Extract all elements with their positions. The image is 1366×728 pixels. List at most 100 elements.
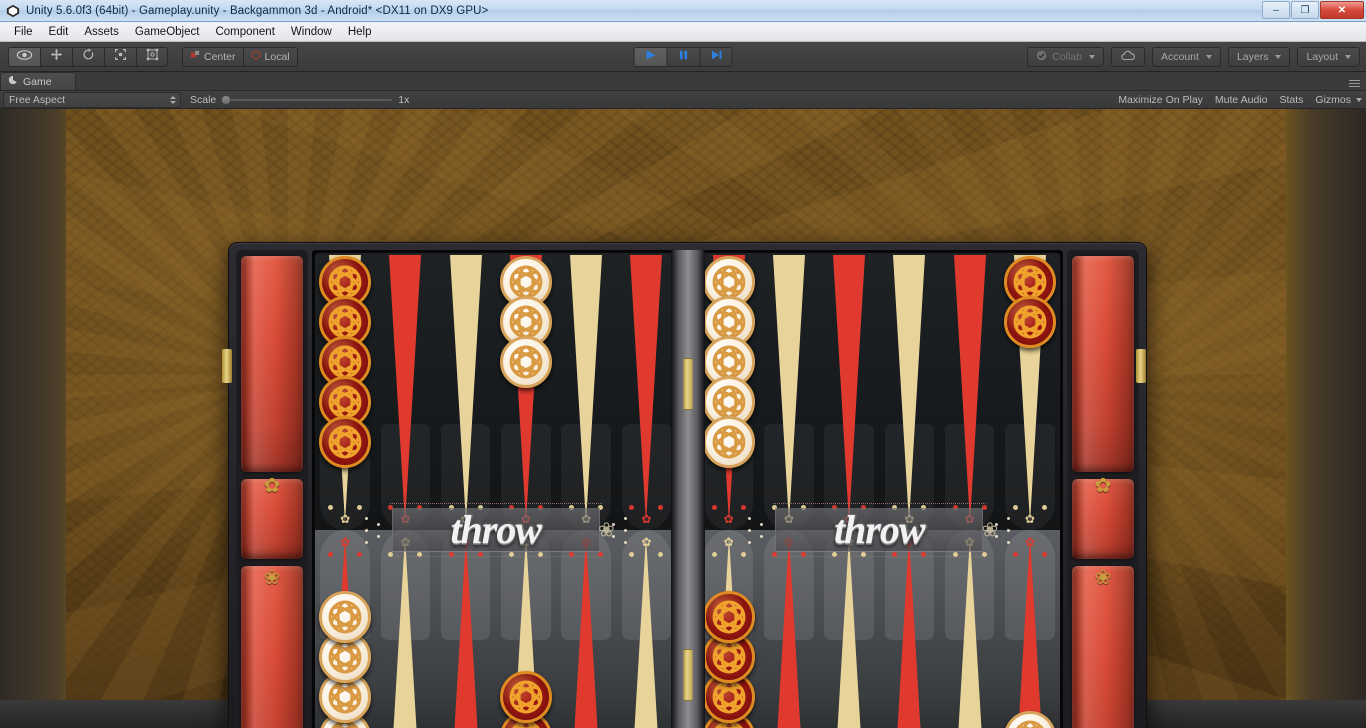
backgammon-board[interactable]: ✿ ❀ ❄ ✿ — [228, 242, 1147, 728]
cloud-icon — [1120, 50, 1136, 64]
mute-audio-toggle[interactable]: Mute Audio — [1215, 94, 1268, 106]
checker-white[interactable] — [1003, 711, 1056, 728]
checker-stack[interactable] — [702, 591, 755, 728]
point-trefoil-icon: ✿ — [641, 511, 652, 526]
point[interactable]: ❄ ✿ — [616, 253, 676, 530]
point[interactable]: ❄ ✿ — [819, 253, 879, 530]
point-cap-icon: ❄ — [844, 255, 854, 267]
step-button[interactable] — [699, 46, 733, 67]
checker-red[interactable] — [499, 671, 552, 723]
knotwork-icon — [503, 674, 549, 720]
menu-help[interactable]: Help — [340, 24, 380, 40]
game-render-area[interactable]: ✿ ❀ ❄ ✿ — [0, 109, 1366, 728]
checker-stack[interactable] — [1003, 256, 1056, 348]
scale-tool-button[interactable] — [104, 46, 136, 67]
layout-label: Layout — [1306, 50, 1338, 63]
maximize-on-play-toggle[interactable]: Maximize On Play — [1118, 94, 1203, 106]
rect-transform-icon — [146, 48, 159, 66]
minimize-button[interactable]: – — [1262, 1, 1290, 19]
point[interactable]: ❄ ✿ — [556, 253, 616, 530]
stats-toggle[interactable]: Stats — [1279, 94, 1303, 106]
scale-slider-group[interactable]: Scale 1x — [190, 94, 409, 106]
close-button[interactable]: ✕ — [1320, 1, 1364, 19]
aspect-ratio-dropdown[interactable]: Free Aspect — [3, 91, 181, 108]
menubar: File Edit Assets GameObject Component Wi… — [0, 22, 1366, 42]
gizmos-toggle[interactable]: Gizmos — [1315, 94, 1351, 106]
checker-stack[interactable] — [319, 256, 372, 468]
checker-red[interactable] — [319, 416, 372, 468]
window-title: Unity 5.6.0f3 (64bit) - Gameplay.unity -… — [26, 4, 489, 17]
point-spike — [630, 255, 663, 523]
point[interactable]: ❄ ✿ — [315, 253, 375, 530]
throw-button-right[interactable]: throw ❀ — [744, 499, 1014, 561]
point[interactable]: ❄ ✿ — [436, 253, 496, 530]
move-tool-button[interactable] — [40, 46, 72, 67]
menu-window[interactable]: Window — [283, 24, 340, 40]
window-titlebar: Unity 5.6.0f3 (64bit) - Gameplay.unity -… — [0, 0, 1366, 22]
knotwork-icon — [1007, 714, 1053, 728]
menu-edit[interactable]: Edit — [41, 24, 77, 40]
checker-stack[interactable] — [702, 256, 755, 468]
checker-white[interactable] — [499, 336, 552, 388]
playback-controls — [633, 46, 733, 67]
checker-red[interactable] — [702, 591, 755, 643]
tab-game[interactable]: Game — [0, 72, 76, 90]
point-pips — [328, 504, 363, 510]
rect-transform-tool-button[interactable] — [136, 46, 168, 67]
side-rail-right: ✿ ❀ — [1067, 250, 1139, 728]
pivot-mode-button[interactable]: Center — [182, 46, 243, 67]
checker-stack[interactable] — [499, 671, 552, 728]
throw-button-label: throw — [833, 506, 926, 552]
scale-slider-handle[interactable] — [221, 94, 232, 105]
checker-stack[interactable] — [319, 591, 372, 728]
play-icon — [645, 48, 657, 66]
throw-button-left[interactable]: throw ❀ — [361, 499, 631, 561]
point[interactable]: ❄ ✿ — [759, 253, 819, 530]
point[interactable]: ❄ ✿ — [879, 253, 939, 530]
collab-label: Collab — [1052, 50, 1082, 63]
collab-button[interactable]: Collab — [1027, 46, 1104, 67]
layers-dropdown[interactable]: Layers — [1227, 46, 1291, 67]
chevron-down-icon — [1089, 54, 1095, 59]
checker-stack[interactable] — [499, 256, 552, 388]
menu-gameobject[interactable]: GameObject — [127, 24, 208, 40]
cloud-button[interactable] — [1111, 46, 1145, 67]
point[interactable]: ❄ ✿ — [375, 253, 435, 530]
side-rail-left: ✿ ❀ — [236, 250, 308, 728]
checker-red[interactable] — [1003, 296, 1056, 348]
restore-button[interactable]: ❐ — [1291, 1, 1319, 19]
point-spike — [772, 255, 805, 523]
menu-assets[interactable]: Assets — [76, 24, 127, 40]
knotwork-icon — [322, 594, 368, 640]
hand-tool-button[interactable] — [8, 46, 40, 67]
pause-button[interactable] — [666, 46, 700, 67]
point-trefoil-icon: ✿ — [340, 511, 351, 526]
checker-white[interactable] — [702, 416, 755, 468]
point-spike — [570, 255, 603, 523]
account-dropdown[interactable]: Account — [1152, 46, 1221, 67]
point-pips — [1012, 551, 1047, 557]
point-spike — [449, 255, 482, 523]
playfield-right[interactable]: ❄ ✿ ❄ — [695, 250, 1063, 728]
point[interactable]: ❄ ✿ — [699, 253, 759, 530]
chevron-down-icon — [1345, 54, 1351, 59]
point-spike — [833, 255, 866, 523]
layout-dropdown[interactable]: Layout — [1297, 46, 1360, 67]
checker-stack[interactable] — [1003, 711, 1056, 728]
menu-component[interactable]: Component — [207, 24, 282, 40]
point[interactable]: ❄ ✿ — [940, 253, 1000, 530]
pivot-rotation-button[interactable]: Local — [242, 46, 298, 67]
scale-slider[interactable] — [221, 94, 393, 105]
panel-menu-icon[interactable] — [1349, 80, 1360, 87]
chevron-down-icon[interactable] — [1356, 97, 1362, 102]
floral-ornament-icon: ❀ — [597, 519, 615, 541]
playfield-left[interactable]: ❄ ✿ ❄ — [312, 250, 680, 728]
point[interactable]: ❄ ✿ — [496, 253, 556, 530]
pivot-rotation-label: Local — [264, 50, 290, 63]
point[interactable]: ❄ ✿ — [1000, 253, 1060, 530]
rotate-tool-button[interactable] — [72, 46, 104, 67]
menu-file[interactable]: File — [6, 24, 41, 40]
play-button[interactable] — [633, 46, 667, 67]
checker-white[interactable] — [319, 591, 372, 643]
case-hinge-left-icon — [222, 349, 232, 383]
